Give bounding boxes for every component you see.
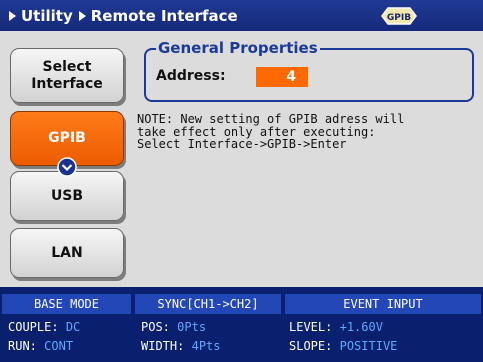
general-properties-group: General Properties Address: 4 — [144, 39, 474, 102]
lan-button[interactable]: LAN — [10, 228, 124, 278]
pos-label: POS: — [141, 320, 170, 334]
triangle-right-icon — [9, 10, 16, 21]
title-bar: Utility Remote Interface GPIB — [0, 0, 483, 31]
couple-value: DC — [65, 320, 81, 334]
level-label: LEVEL: — [289, 320, 333, 334]
breadcrumb-remote-interface: Remote Interface — [90, 6, 238, 25]
base-mode-section: BASE MODE COUPLE: DC RUN: CONT — [2, 287, 131, 362]
sync-section: SYNC[CH1->CH2] POS: 0Pts WIDTH: 4Pts — [135, 287, 281, 362]
softkey-column: Select Interface GPIB USB LAN — [0, 31, 137, 287]
gpib-connector-icon: GPIB — [381, 7, 417, 25]
address-field[interactable]: 4 — [256, 67, 308, 87]
pos-value: 0Pts — [177, 320, 207, 334]
breadcrumb-item[interactable]: Remote Interface — [78, 6, 238, 25]
address-label: Address: — [156, 68, 226, 84]
gpib-badge-label: GPIB — [387, 13, 411, 23]
run-row: RUN: CONT — [8, 339, 73, 353]
slope-label: SLOPE: — [289, 339, 333, 353]
event-input-section: EVENT INPUT LEVEL: +1.60V SLOPE: POSITIV… — [285, 287, 481, 362]
content-panel: General Properties Address: 4 NOTE: New … — [137, 31, 483, 287]
breadcrumb-item[interactable]: Utility — [9, 7, 73, 25]
gpib-label: GPIB — [48, 130, 86, 146]
note-text: NOTE: New setting of GPIB adress will ta… — [137, 112, 405, 151]
level-row: LEVEL: +1.60V — [289, 320, 383, 334]
slope-row: SLOPE: POSITIVE — [289, 339, 397, 353]
lan-label: LAN — [51, 244, 83, 261]
run-value: CONT — [44, 339, 74, 353]
sync-header: SYNC[CH1->CH2] — [135, 294, 281, 314]
width-label: WIDTH: — [141, 339, 185, 353]
pos-row: POS: 0Pts — [141, 320, 206, 334]
level-value: +1.60V — [339, 320, 383, 334]
run-label: RUN: — [8, 339, 37, 353]
usb-button[interactable]: USB — [10, 171, 124, 221]
triangle-right-icon — [78, 10, 86, 21]
width-row: WIDTH: 4Pts — [141, 339, 221, 353]
slope-value: POSITIVE — [339, 339, 398, 353]
select-interface-label: Select Interface — [31, 58, 103, 92]
select-interface-button[interactable]: Select Interface — [10, 48, 124, 103]
width-value: 4Pts — [191, 339, 221, 353]
event-input-header: EVENT INPUT — [285, 294, 481, 314]
status-bar: BASE MODE COUPLE: DC RUN: CONT SYNC[CH1-… — [0, 287, 483, 362]
chevron-down-circle-icon[interactable] — [57, 157, 77, 177]
couple-label: COUPLE: — [8, 320, 59, 334]
instrument-screen: Utility Remote Interface GPIB Select Int… — [0, 0, 483, 362]
breadcrumb-utility: Utility — [21, 6, 73, 25]
general-properties-title: General Properties — [156, 39, 320, 57]
base-mode-header: BASE MODE — [2, 294, 131, 314]
couple-row: COUPLE: DC — [8, 320, 80, 334]
usb-label: USB — [50, 187, 84, 204]
